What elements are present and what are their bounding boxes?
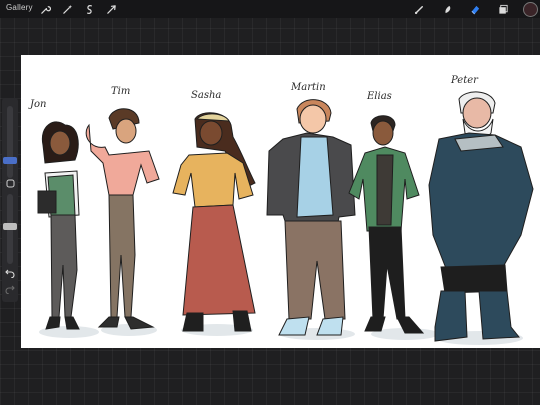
label-tim: Tim — [111, 86, 131, 97]
character-lineup-drawing — [37, 91, 534, 345]
undo-icon[interactable] — [5, 268, 15, 278]
opacity-thumb[interactable] — [3, 222, 17, 230]
character-elias — [348, 115, 425, 334]
layers-icon[interactable] — [496, 2, 510, 16]
label-peter: Peter — [451, 75, 478, 86]
eraser-icon[interactable] — [468, 2, 482, 16]
character-peter — [428, 91, 534, 342]
wrench-icon[interactable] — [38, 2, 52, 16]
brush-size-thumb[interactable] — [3, 157, 17, 164]
label-jon: Jon — [30, 99, 47, 110]
brush-sidebar — [2, 98, 18, 302]
label-elias: Elias — [367, 91, 392, 102]
brush-size-slider[interactable] — [7, 106, 13, 178]
redo-icon[interactable] — [5, 284, 15, 294]
gallery-button[interactable]: Gallery — [6, 3, 33, 12]
character-jon — [37, 121, 80, 330]
color-swatch[interactable] — [523, 2, 538, 17]
character-martin — [266, 99, 356, 336]
label-martin: Martin — [291, 82, 326, 93]
top-toolbar: Gallery — [0, 0, 540, 18]
drawing-canvas[interactable]: Jon Tim Sasha Martin Elias Peter — [21, 55, 540, 348]
modify-button[interactable] — [5, 178, 15, 188]
character-sasha — [172, 112, 256, 332]
smudge-icon[interactable] — [440, 2, 454, 16]
label-sasha: Sasha — [191, 90, 222, 101]
magic-wand-icon[interactable] — [60, 2, 74, 16]
transform-icon[interactable] — [104, 2, 118, 16]
selection-icon[interactable] — [82, 2, 96, 16]
brush-icon[interactable] — [412, 2, 426, 16]
character-tim — [85, 108, 160, 330]
